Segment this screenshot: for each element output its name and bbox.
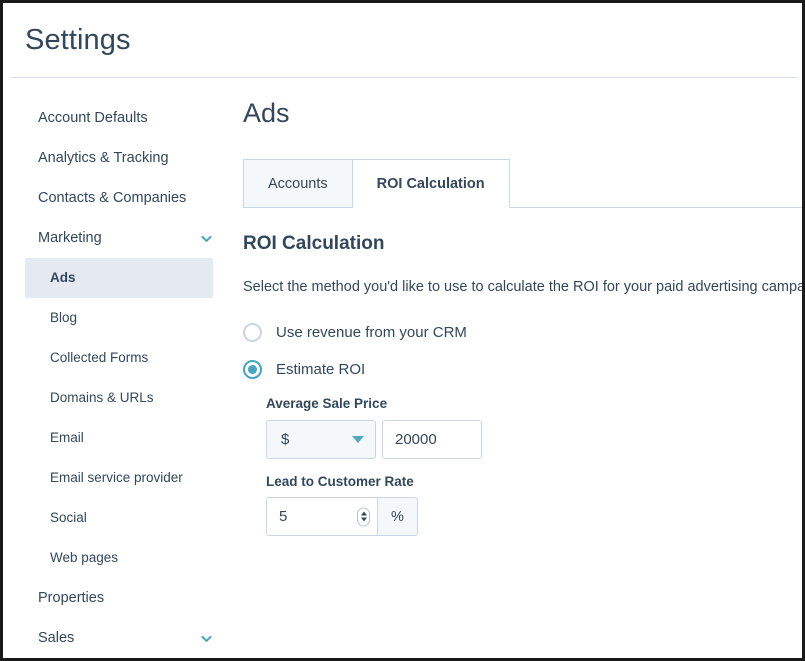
sidebar-item-email-service-provider[interactable]: Email service provider [3,458,235,498]
sidebar-nav-list: Account Defaults Analytics & Tracking Cont… [3,98,235,661]
page-title: Ads [243,100,802,127]
currency-select[interactable]: $ [266,420,376,459]
sidebar-item-account-defaults[interactable]: Account Defaults [3,98,235,138]
sidebar-item-label: Blog [50,311,77,325]
sidebar-item-collected-forms[interactable]: Collected Forms [3,338,235,378]
sidebar-item-label: Email service provider [50,471,183,485]
main-content: Ads Accounts ROI Calculation ROI Calculat… [235,78,802,661]
radio-checked-icon[interactable] [243,360,262,379]
chevron-down-icon[interactable] [200,632,213,645]
sidebar-item-label: Collected Forms [50,351,148,365]
sidebar-item-social[interactable]: Social [3,498,235,538]
settings-window: Settings Account Defaults Analytics & Tra… [0,0,805,661]
app-header: Settings [3,3,802,77]
sidebar-item-label: Email [50,431,84,445]
sidebar-item-label: Properties [38,591,104,606]
percent-suffix-addon: % [377,497,418,536]
chevron-down-icon [352,436,364,443]
lead-rate-stepper-wrap [266,497,378,536]
tab-accounts[interactable]: Accounts [243,159,353,208]
sidebar-item-label: Web pages [50,551,118,565]
sidebar-item-label: Marketing [38,231,102,246]
stepper-up-icon[interactable] [361,512,367,516]
tab-roi-calculation[interactable]: ROI Calculation [352,159,510,208]
sidebar-item-sales[interactable]: Sales [3,618,235,658]
sidebar-item-analytics-tracking[interactable]: Analytics & Tracking [3,138,235,178]
lead-to-customer-rate-label: Lead to Customer Rate [266,475,802,489]
stepper-down-icon[interactable] [361,518,367,522]
roi-calculation-section: ROI Calculation Select the method you'd … [243,208,802,536]
tab-label: ROI Calculation [377,176,485,192]
sidebar-item-web-pages[interactable]: Web pages [3,538,235,578]
roi-method-radio-group: Use revenue from your CRM Estimate ROI [243,323,802,379]
sidebar-item-label: Account Defaults [38,111,148,126]
radio-option-use-revenue-from-your-crm[interactable]: Use revenue from your CRM [243,323,802,342]
radio-unchecked-icon[interactable] [243,323,262,342]
body-split: Account Defaults Analytics & Tracking Cont… [3,78,802,661]
sidebar-item-email[interactable]: Email [3,418,235,458]
settings-sidebar: Account Defaults Analytics & Tracking Cont… [3,78,235,661]
lead-to-customer-rate-row: % [266,497,802,536]
quantity-stepper[interactable] [357,507,370,526]
sidebar-item-label: Domains & URLs [50,391,154,405]
sidebar-item-label: Analytics & Tracking [38,151,169,166]
lead-to-customer-rate-field: Lead to Customer Rate % [266,475,802,537]
sidebar-item-marketing[interactable]: Marketing [3,218,235,258]
chevron-down-icon[interactable] [200,232,213,245]
sidebar-item-label: Ads [50,271,76,285]
average-sale-price-label: Average Sale Price [266,397,802,411]
radio-option-estimate-roi[interactable]: Estimate ROI [243,360,802,379]
sidebar-item-blog[interactable]: Blog [3,298,235,338]
section-title: ROI Calculation [243,234,802,253]
sidebar-item-properties[interactable]: Properties [3,578,235,618]
average-sale-price-field: Average Sale Price $ [266,397,802,459]
sidebar-item-ads[interactable]: Ads [25,258,213,298]
tab-label: Accounts [268,176,328,192]
sidebar-item-label: Contacts & Companies [38,191,186,206]
tab-strip: Accounts ROI Calculation [243,159,802,208]
estimate-roi-fields: Average Sale Price $ Lead to Customer Ra… [243,397,802,536]
sidebar-item-label: Sales [38,631,74,646]
sidebar-item-domains-urls[interactable]: Domains & URLs [3,378,235,418]
sidebar-item-contacts-companies[interactable]: Contacts & Companies [3,178,235,218]
average-sale-price-input[interactable] [382,420,482,459]
radio-option-label: Estimate ROI [276,362,365,377]
currency-select-value: $ [281,431,289,448]
page-header-title: Settings [25,26,131,55]
sidebar-item-label: Social [50,511,87,525]
average-sale-price-row: $ [266,420,802,459]
section-description: Select the method you'd like to use to c… [243,277,802,297]
radio-option-label: Use revenue from your CRM [276,325,467,340]
